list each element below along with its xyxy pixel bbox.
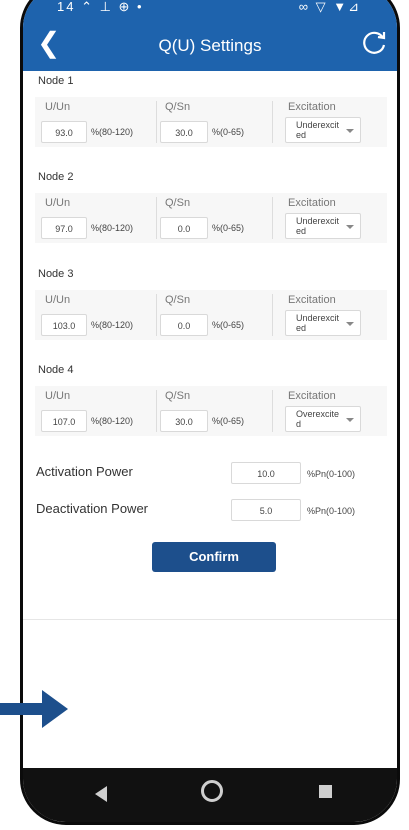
- u-input[interactable]: 103.0: [41, 314, 87, 336]
- excitation-label: Excitation: [288, 197, 336, 209]
- q-input[interactable]: 0.0: [160, 217, 208, 239]
- divider: [156, 390, 157, 432]
- excitation-value: Overexcited: [296, 409, 340, 429]
- deactivation-power-label: Deactivation Power: [36, 501, 148, 516]
- node-row: U/Un 97.0 %(80-120) Q/Sn 0.0 %(0-65) Exc…: [35, 193, 387, 243]
- q-label: Q/Sn: [165, 294, 191, 306]
- q-input[interactable]: 30.0: [160, 121, 208, 143]
- node-title: Node 2: [38, 171, 74, 183]
- u-label: U/Un: [45, 390, 71, 402]
- u-unit: %(80-120): [91, 320, 134, 330]
- status-icons-right: ∞ ▽ ▼⊿: [298, 0, 361, 14]
- q-input[interactable]: 30.0: [160, 410, 208, 432]
- confirm-button[interactable]: Confirm: [152, 542, 276, 572]
- node-row: U/Un 103.0 %(80-120) Q/Sn 0.0 %(0-65) Ex…: [35, 290, 387, 340]
- q-unit: %(0-65): [212, 416, 245, 426]
- navigation-bar: [23, 768, 397, 822]
- settings-content: Node 1 U/Un 93.0 %(80-120) Q/Sn 30.0 %(0…: [23, 71, 397, 619]
- u-input[interactable]: 93.0: [41, 121, 87, 143]
- excitation-select[interactable]: Underexcited: [285, 117, 361, 143]
- dropdown-caret-icon: [346, 322, 354, 326]
- dropdown-caret-icon: [346, 418, 354, 422]
- excitation-label: Excitation: [288, 390, 336, 402]
- pointer-arrow-icon: [0, 690, 68, 728]
- deactivation-power-unit: %Pn(0-100): [307, 506, 356, 516]
- u-input[interactable]: 97.0: [41, 217, 87, 239]
- excitation-value: Underexcited: [296, 216, 340, 236]
- excitation-value: Underexcited: [296, 313, 340, 333]
- node-row: U/Un 93.0 %(80-120) Q/Sn 30.0 %(0-65) Ex…: [35, 97, 387, 147]
- status-bar: 14 ⌃ ⊥ ⊕ • ∞ ▽ ▼⊿: [23, 0, 397, 19]
- divider: [156, 101, 157, 143]
- divider: [156, 294, 157, 336]
- activation-power-label: Activation Power: [36, 464, 133, 479]
- divider: [272, 197, 273, 239]
- u-unit: %(80-120): [91, 223, 134, 233]
- q-unit: %(0-65): [212, 223, 245, 233]
- divider: [272, 294, 273, 336]
- u-input[interactable]: 107.0: [41, 410, 87, 432]
- activation-power-unit: %Pn(0-100): [307, 469, 356, 479]
- node-title: Node 4: [38, 364, 74, 376]
- u-label: U/Un: [45, 294, 71, 306]
- q-label: Q/Sn: [165, 390, 191, 402]
- q-label: Q/Sn: [165, 101, 191, 113]
- nav-home-icon[interactable]: [201, 780, 223, 802]
- divider: [156, 197, 157, 239]
- node-title: Node 1: [38, 75, 74, 87]
- dropdown-caret-icon: [346, 129, 354, 133]
- nav-back-icon[interactable]: [95, 786, 107, 802]
- u-unit: %(80-120): [91, 127, 134, 137]
- u-unit: %(80-120): [91, 416, 134, 426]
- q-unit: %(0-65): [212, 127, 245, 137]
- excitation-select[interactable]: Underexcited: [285, 213, 361, 239]
- page-title: Q(U) Settings: [158, 36, 262, 55]
- excitation-value: Underexcited: [296, 120, 340, 140]
- phone-frame: 14 ⌃ ⊥ ⊕ • ∞ ▽ ▼⊿ ❮ Q(U) Settings Node 1…: [20, 0, 400, 825]
- status-icons-left: 14 ⌃ ⊥ ⊕ •: [57, 0, 144, 14]
- node-title: Node 3: [38, 268, 74, 280]
- divider: [272, 390, 273, 432]
- activation-power-input[interactable]: 10.0: [231, 462, 301, 484]
- q-unit: %(0-65): [212, 320, 245, 330]
- node-row: U/Un 107.0 %(80-120) Q/Sn 30.0 %(0-65) E…: [35, 386, 387, 436]
- refresh-icon[interactable]: [359, 28, 389, 58]
- nav-recent-apps-icon[interactable]: [319, 785, 332, 798]
- q-label: Q/Sn: [165, 197, 191, 209]
- excitation-label: Excitation: [288, 101, 336, 113]
- empty-area: [23, 619, 397, 770]
- u-label: U/Un: [45, 197, 71, 209]
- excitation-select[interactable]: Overexcited: [285, 406, 361, 432]
- dropdown-caret-icon: [346, 225, 354, 229]
- excitation-label: Excitation: [288, 294, 336, 306]
- divider: [272, 101, 273, 143]
- app-bar: ❮ Q(U) Settings: [23, 19, 397, 71]
- u-label: U/Un: [45, 101, 71, 113]
- deactivation-power-input[interactable]: 5.0: [231, 499, 301, 521]
- q-input[interactable]: 0.0: [160, 314, 208, 336]
- excitation-select[interactable]: Underexcited: [285, 310, 361, 336]
